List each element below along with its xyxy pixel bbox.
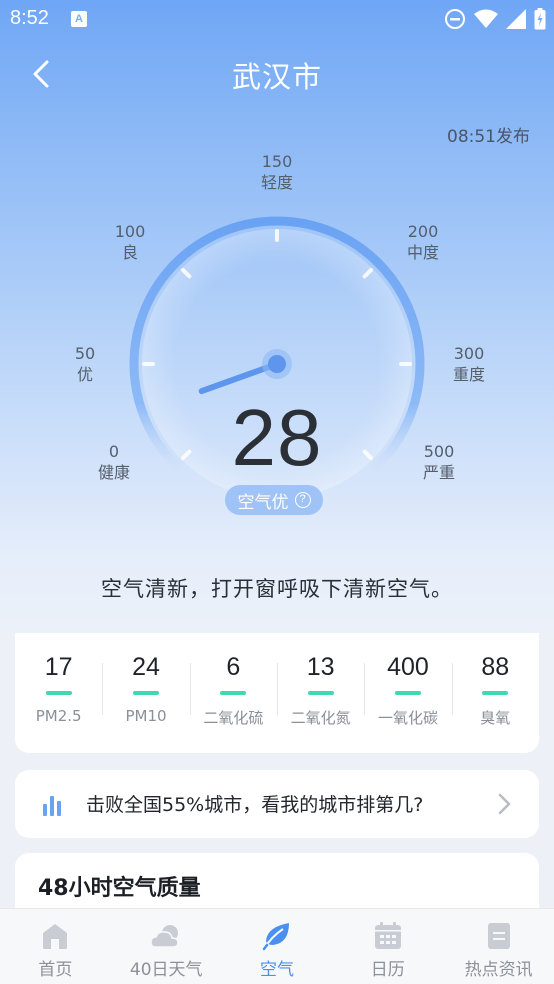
pollutant-level-bar xyxy=(132,691,159,695)
header: 武汉市 xyxy=(0,40,554,108)
calendar-icon xyxy=(374,922,401,949)
tab-air[interactable]: 空气 xyxy=(222,909,333,984)
pollutant-level-bar xyxy=(482,691,509,695)
bar-chart-icon xyxy=(43,796,61,816)
scale-label-100: 100 良 xyxy=(114,222,146,262)
pollutant-pm10[interactable]: 24 PM10 xyxy=(102,633,189,753)
pollutant-value: 400 xyxy=(387,653,429,681)
status-bar: 8:52 A xyxy=(0,0,554,40)
tab-label: 首页 xyxy=(38,960,73,980)
scale-label-150: 150 轻度 xyxy=(260,152,293,192)
wifi-icon xyxy=(474,9,498,28)
battery-icon xyxy=(534,8,546,30)
pollutant-value: 24 xyxy=(132,653,160,681)
city-rank-card[interactable]: 击败全国55%城市，看我的城市排第几? xyxy=(15,770,539,838)
air-advice: 空气清新，打开窗呼吸下清新空气。 xyxy=(101,577,453,601)
tab-calendar[interactable]: 日历 xyxy=(332,909,443,984)
pollutant-co[interactable]: 400 一氧化碳 xyxy=(364,633,451,753)
pollutant-value: 17 xyxy=(44,653,73,681)
pollutant-name: 二氧化硫 xyxy=(203,709,264,727)
pollutant-level-bar xyxy=(220,691,247,695)
tab-label: 日历 xyxy=(370,960,405,980)
leaf-icon xyxy=(262,923,289,951)
pollutant-card: 17 PM2.5 24 PM10 6 二氧化硫 13 二氧化氮 400 一氧化碳… xyxy=(15,633,539,753)
city-rank-text: 击败全国55%城市，看我的城市排第几? xyxy=(86,794,424,816)
notification-app-icon: A xyxy=(71,11,87,27)
status-icons xyxy=(444,8,546,30)
tab-news[interactable]: 热点资讯 xyxy=(443,909,554,984)
pollutant-value: 6 xyxy=(226,653,241,681)
hourly-aqi-title: 48小时空气质量 xyxy=(38,876,201,901)
news-icon xyxy=(487,923,510,949)
chevron-right-icon xyxy=(498,793,511,815)
pollutant-o3[interactable]: 88 臭氧 xyxy=(451,633,539,753)
pollutant-name: PM2.5 xyxy=(35,707,82,725)
tab-label: 空气 xyxy=(259,960,294,980)
tab-label: 热点资讯 xyxy=(464,960,533,980)
pollutant-so2[interactable]: 6 二氧化硫 xyxy=(189,633,277,753)
bottom-tab-bar: 首页 40日天气 空气 日历 热点资讯 xyxy=(0,908,554,984)
signal-icon xyxy=(506,9,526,29)
home-icon xyxy=(43,924,68,949)
do-not-disturb-icon xyxy=(445,9,465,29)
pollutant-level-bar xyxy=(307,691,334,695)
scale-label-50: 50 优 xyxy=(74,344,96,384)
tab-home[interactable]: 首页 xyxy=(0,909,111,984)
scale-label-300: 300 重度 xyxy=(452,344,485,384)
aqi-value: 28 xyxy=(231,393,323,482)
tab-label: 40日天气 xyxy=(129,960,203,980)
page-title: 武汉市 xyxy=(231,60,322,94)
pollutant-value: 88 xyxy=(481,653,510,681)
pollutant-value: 13 xyxy=(306,653,335,681)
status-time: 8:52 xyxy=(10,7,49,29)
pollutant-pm25[interactable]: 17 PM2.5 xyxy=(15,633,102,753)
scale-label-200: 200 中度 xyxy=(406,222,439,262)
pollutant-level-bar xyxy=(45,691,72,695)
cloud-icon xyxy=(150,925,179,948)
help-icon[interactable]: ? xyxy=(294,492,311,508)
pollutant-level-bar xyxy=(394,691,421,695)
pollutant-name: 一氧化碳 xyxy=(377,709,438,727)
aqi-level-badge[interactable]: 空气优 ? xyxy=(225,485,323,515)
pollutant-name: PM10 xyxy=(125,707,167,725)
pollutant-name: 二氧化氮 xyxy=(290,709,351,727)
needle-hub-center xyxy=(268,355,286,373)
pollutant-name: 臭氧 xyxy=(480,709,511,727)
pollutant-no2[interactable]: 13 二氧化氮 xyxy=(276,633,364,753)
aqi-level-label: 空气优 xyxy=(237,492,289,513)
aqi-gauge: 0 健康 50 优 100 良 150 轻度 200 中度 300 重度 500 严重 28 … xyxy=(0,140,554,530)
tab-40day[interactable]: 40日天气 xyxy=(111,909,222,984)
